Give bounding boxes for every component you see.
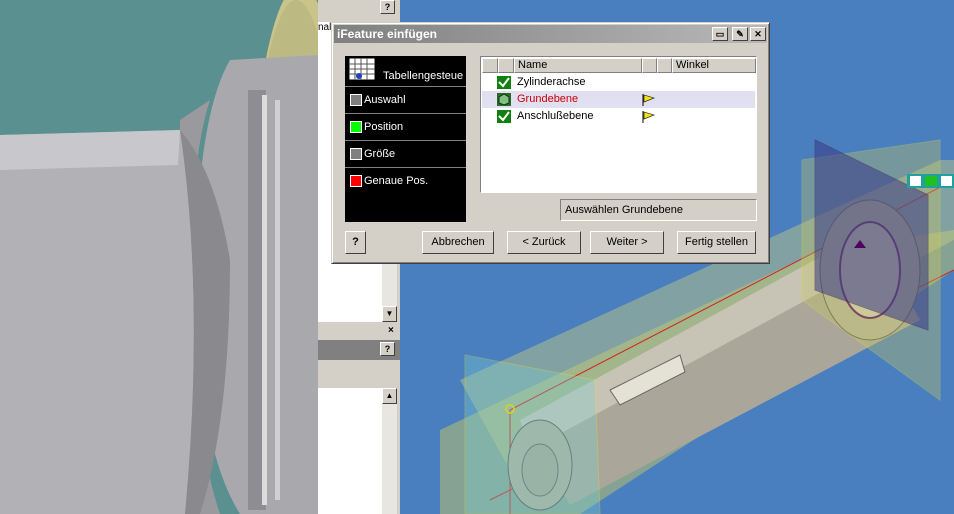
step-label: Position	[364, 121, 404, 133]
step-color-icon	[350, 94, 362, 106]
help-button[interactable]: ?	[345, 231, 366, 254]
list-row-anschlussebene[interactable]: Anschlußebene	[482, 108, 755, 125]
finish-button[interactable]: Fertig stellen	[677, 231, 756, 254]
checkmark-icon	[497, 76, 511, 89]
panel2-content[interactable]	[318, 388, 382, 514]
panel-grip[interactable]: ×	[318, 325, 400, 338]
step-color-icon	[350, 175, 362, 187]
panel-help-button[interactable]: ?	[380, 0, 395, 14]
panel-help-label: ?	[384, 2, 391, 12]
checkmark-icon	[497, 110, 511, 123]
cube-icon	[497, 93, 511, 106]
step-label: Tabellengesteue	[383, 70, 464, 82]
col-header-angle[interactable]: Winkel	[672, 58, 756, 73]
dialog-titlebar[interactable]: iFeature einfügen ▭ ✎ ✕	[334, 25, 767, 43]
next-button[interactable]: Weiter >	[590, 231, 664, 254]
step-color-icon	[350, 121, 362, 133]
col-header-name[interactable]: Name	[514, 58, 642, 73]
step-table[interactable]: Tabellengesteue	[345, 56, 466, 86]
step-color-icon	[350, 148, 362, 160]
ifeature-dialog: iFeature einfügen ▭ ✎ ✕ Tabellengesteue …	[331, 22, 770, 264]
flag-icon[interactable]	[642, 111, 655, 123]
left-3d-view[interactable]	[0, 0, 318, 514]
col-header-check[interactable]	[482, 58, 498, 73]
panel-close-icon[interactable]: ×	[388, 325, 394, 336]
row-name: Anschlußebene	[517, 110, 594, 122]
list-row-zylinderachse[interactable]: Zylinderachse	[482, 74, 755, 91]
pin-icon[interactable]: ✎	[732, 27, 748, 41]
panel2-help-button[interactable]: ?	[380, 342, 395, 356]
panel2-help-label: ?	[384, 344, 391, 354]
step-label: Genaue Pos.	[364, 175, 429, 187]
row-name: Grundebene	[517, 93, 579, 105]
cancel-button[interactable]: Abbrechen	[422, 231, 494, 254]
flag-icon[interactable]	[642, 94, 655, 106]
geometry-list[interactable]: Name Winkel Zylinderachse Grundebene Ans…	[480, 56, 757, 193]
step-groesse[interactable]: Größe	[345, 140, 466, 167]
step-list: Tabellengesteue Auswahl Position Größe G…	[345, 56, 466, 222]
step-genaue-pos[interactable]: Genaue Pos.	[345, 167, 466, 194]
step-auswahl[interactable]: Auswahl	[345, 86, 466, 113]
scroll-down-button[interactable]: ▼	[382, 306, 397, 322]
dialog-title: iFeature einfügen	[337, 27, 438, 41]
table-icon	[349, 58, 376, 81]
row-name: Zylinderachse	[517, 76, 586, 88]
col-header-flag2[interactable]	[657, 58, 672, 73]
step-label: Größe	[364, 148, 396, 160]
step-position[interactable]: Position	[345, 113, 466, 140]
panel2-scrollbar[interactable]: ▲	[382, 388, 397, 514]
part-zoom-render	[0, 0, 318, 514]
back-button[interactable]: < Zurück	[507, 231, 581, 254]
col-header-flag1[interactable]	[642, 58, 657, 73]
col-header-icon[interactable]	[498, 58, 514, 73]
scroll-up-button[interactable]: ▲	[382, 388, 397, 404]
step-label: Auswahl	[364, 94, 406, 106]
list-row-grundebene[interactable]: Grundebene	[482, 91, 755, 108]
close-icon[interactable]: ✕	[750, 27, 766, 41]
status-field: Auswählen Grundebene	[560, 199, 757, 221]
help-label: ?	[352, 236, 359, 248]
restore-icon[interactable]: ▭	[712, 27, 728, 41]
